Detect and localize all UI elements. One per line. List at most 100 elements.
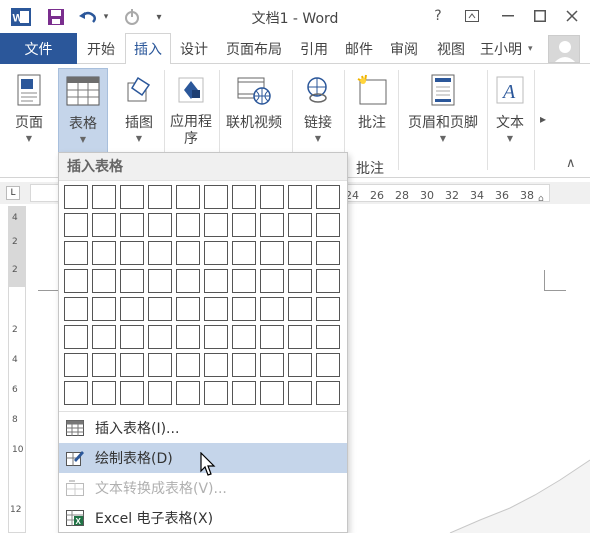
table-grid-cell[interactable]	[120, 325, 144, 349]
tab-home[interactable]: 开始	[80, 33, 122, 64]
table-grid-cell[interactable]	[148, 213, 172, 237]
table-grid-cell[interactable]	[260, 185, 284, 209]
table-grid-cell[interactable]	[316, 269, 340, 293]
table-grid-cell[interactable]	[176, 269, 200, 293]
table-grid-cell[interactable]	[148, 381, 172, 405]
tab-selector[interactable]: L	[6, 186, 20, 200]
table-grid-cell[interactable]	[316, 213, 340, 237]
table-grid-cell[interactable]	[148, 353, 172, 377]
table-grid-cell[interactable]	[232, 381, 256, 405]
table-grid-cell[interactable]	[316, 185, 340, 209]
tab-review[interactable]: 审阅	[383, 33, 425, 64]
avatar[interactable]	[548, 35, 580, 63]
ribbon-scroll-right-icon[interactable]: ▸	[540, 112, 546, 126]
table-grid-cell[interactable]	[232, 213, 256, 237]
ribbon-display-options-button[interactable]	[458, 4, 486, 28]
table-grid-cell[interactable]	[92, 213, 116, 237]
table-grid-cell[interactable]	[204, 381, 228, 405]
table-grid-cell[interactable]	[288, 353, 312, 377]
online-video-button[interactable]: 联机视频	[222, 68, 286, 154]
tab-view[interactable]: 视图	[428, 33, 474, 64]
page-button[interactable]: 页面 ▼	[6, 68, 52, 154]
table-grid-cell[interactable]	[64, 353, 88, 377]
tab-design[interactable]: 设计	[173, 33, 215, 64]
table-grid-cell[interactable]	[204, 297, 228, 321]
table-grid-cell[interactable]	[176, 353, 200, 377]
table-button[interactable]: 表格 ▼	[58, 68, 108, 154]
table-grid-cell[interactable]	[148, 297, 172, 321]
table-grid-cell[interactable]	[204, 185, 228, 209]
text-button[interactable]: A 文本 ▼	[490, 68, 530, 154]
tab-mailings[interactable]: 邮件	[338, 33, 380, 64]
table-grid-cell[interactable]	[288, 297, 312, 321]
excel-spreadsheet-item[interactable]: X Excel 电子表格(X)	[59, 503, 347, 533]
header-footer-button[interactable]: 页眉和页脚 ▼	[402, 68, 484, 154]
comment-button[interactable]: 批注	[349, 68, 395, 154]
tab-references[interactable]: 引用	[293, 33, 335, 64]
table-grid-cell[interactable]	[260, 353, 284, 377]
table-grid-cell[interactable]	[316, 297, 340, 321]
table-grid-cell[interactable]	[316, 353, 340, 377]
table-grid-cell[interactable]	[288, 381, 312, 405]
table-grid-cell[interactable]	[316, 381, 340, 405]
table-grid-cell[interactable]	[232, 241, 256, 265]
table-grid-cell[interactable]	[232, 353, 256, 377]
collapse-ribbon-icon[interactable]: ∧	[566, 156, 576, 171]
table-grid-cell[interactable]	[288, 269, 312, 293]
table-grid-cell[interactable]	[316, 325, 340, 349]
table-grid-cell[interactable]	[148, 185, 172, 209]
table-grid-cell[interactable]	[288, 185, 312, 209]
table-grid-cell[interactable]	[120, 353, 144, 377]
tab-page-layout[interactable]: 页面布局	[218, 33, 290, 64]
table-grid-cell[interactable]	[260, 297, 284, 321]
table-grid-cell[interactable]	[64, 381, 88, 405]
user-account[interactable]: 王小明 ▾	[480, 33, 533, 64]
table-grid-cell[interactable]	[288, 325, 312, 349]
table-grid-cell[interactable]	[120, 241, 144, 265]
table-grid-cell[interactable]	[148, 325, 172, 349]
maximize-button[interactable]	[526, 4, 554, 28]
table-grid-cell[interactable]	[204, 213, 228, 237]
table-grid-cell[interactable]	[92, 325, 116, 349]
tab-file[interactable]: 文件	[0, 33, 77, 64]
table-grid-cell[interactable]	[120, 213, 144, 237]
table-grid-cell[interactable]	[92, 353, 116, 377]
table-grid-cell[interactable]	[120, 269, 144, 293]
table-grid-cell[interactable]	[260, 241, 284, 265]
table-grid-cell[interactable]	[260, 213, 284, 237]
table-grid-cell[interactable]	[64, 213, 88, 237]
table-grid-cell[interactable]	[148, 269, 172, 293]
table-grid-cell[interactable]	[92, 269, 116, 293]
table-grid-cell[interactable]	[148, 241, 172, 265]
table-grid-cell[interactable]	[92, 297, 116, 321]
table-grid-cell[interactable]	[120, 185, 144, 209]
table-grid-cell[interactable]	[260, 381, 284, 405]
table-grid-cell[interactable]	[92, 381, 116, 405]
table-grid-cell[interactable]	[232, 297, 256, 321]
table-grid-cell[interactable]	[232, 185, 256, 209]
table-grid-cell[interactable]	[64, 185, 88, 209]
table-grid-cell[interactable]	[260, 325, 284, 349]
minimize-button[interactable]	[494, 4, 522, 28]
table-grid-cell[interactable]	[232, 269, 256, 293]
links-button[interactable]: 链接 ▼	[296, 68, 340, 154]
table-grid-cell[interactable]	[64, 325, 88, 349]
tab-insert[interactable]: 插入	[125, 33, 171, 65]
table-grid-cell[interactable]	[204, 325, 228, 349]
table-grid-cell[interactable]	[176, 297, 200, 321]
table-grid-cell[interactable]	[92, 185, 116, 209]
table-grid-cell[interactable]	[260, 269, 284, 293]
table-grid-cell[interactable]	[64, 297, 88, 321]
table-grid-cell[interactable]	[176, 241, 200, 265]
apps-button[interactable]: 应用程序	[167, 68, 215, 154]
right-indent-marker[interactable]: ⌂	[538, 194, 544, 204]
table-grid-cell[interactable]	[288, 241, 312, 265]
table-grid-cell[interactable]	[176, 213, 200, 237]
table-grid-cell[interactable]	[176, 381, 200, 405]
table-grid-cell[interactable]	[204, 353, 228, 377]
table-grid-cell[interactable]	[64, 241, 88, 265]
close-button[interactable]	[558, 4, 586, 28]
table-grid-cell[interactable]	[204, 269, 228, 293]
table-grid-cell[interactable]	[288, 213, 312, 237]
table-grid-cell[interactable]	[176, 325, 200, 349]
